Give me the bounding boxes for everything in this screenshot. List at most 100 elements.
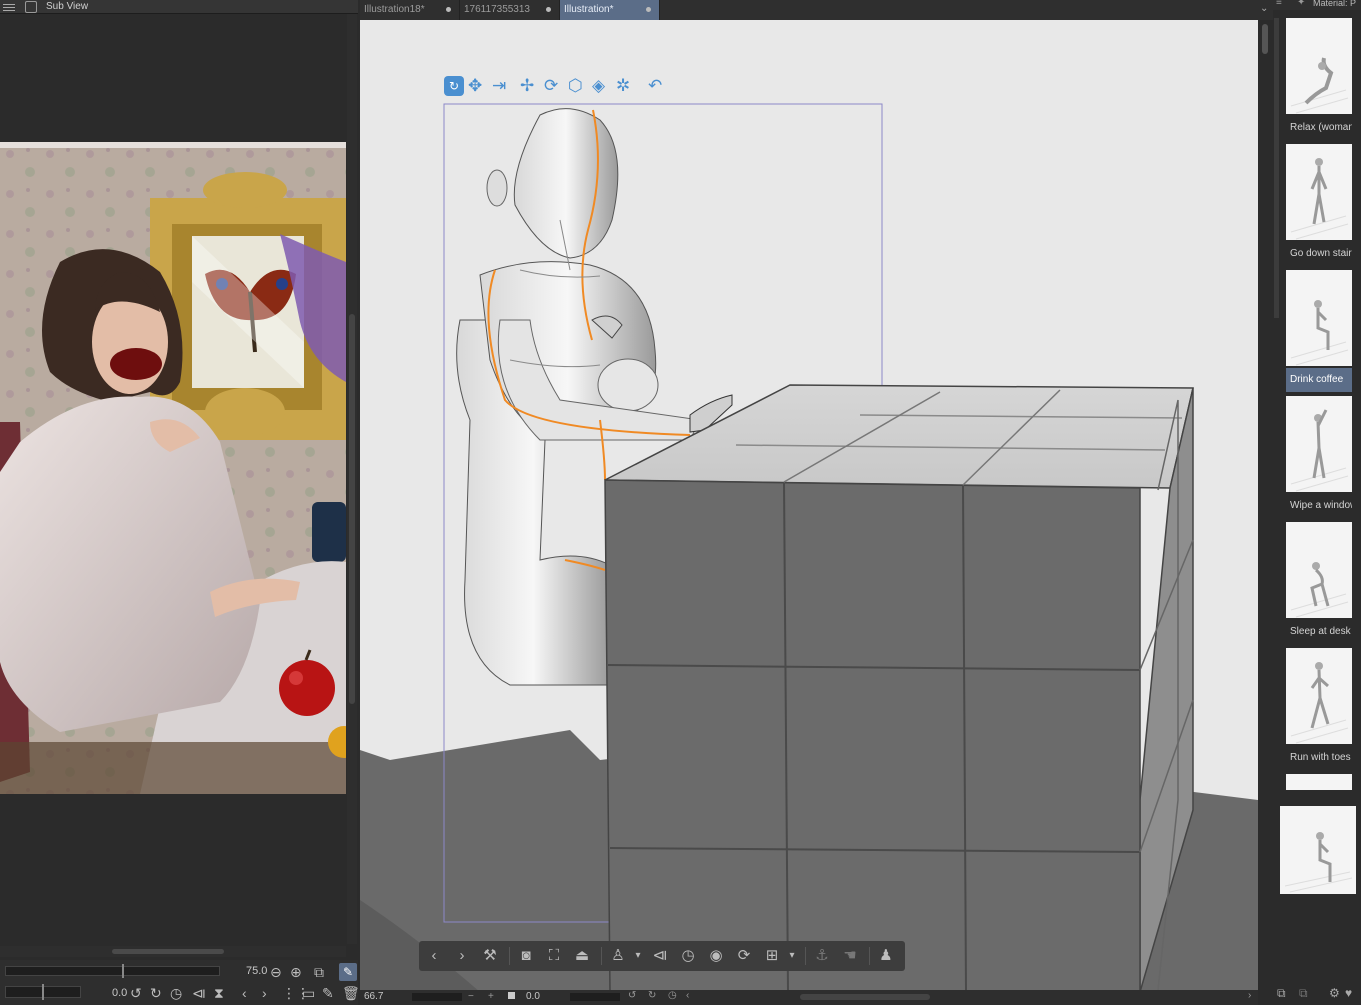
paste-layer-icon[interactable]: ⧉ [1299, 986, 1308, 1001]
tab-illustration18[interactable]: Illustration18* [360, 0, 460, 20]
material-item-label: Relax (woman) [1290, 122, 1352, 133]
figure-icon[interactable]: ♟ [877, 947, 895, 965]
dolly-camera-icon[interactable]: ⇥ [492, 76, 506, 96]
close-dot-icon[interactable] [446, 7, 451, 12]
save-pose-icon[interactable]: ◉ [707, 947, 725, 965]
canvas-vertical-scrollbar[interactable] [1258, 20, 1272, 992]
snap-icon[interactable]: ↶ [648, 76, 662, 96]
favorite-heart-icon[interactable]: ♥ [1345, 986, 1352, 1000]
material-item-label: Run with toes r [1290, 752, 1352, 763]
scrollbar-thumb[interactable] [349, 314, 355, 704]
material-item-go-down-stairs[interactable]: Go down stairs [1286, 144, 1352, 268]
previous-image-icon[interactable]: ‹ [242, 986, 247, 1000]
pan-camera-icon[interactable]: ✥ [468, 76, 482, 96]
eyedropper-icon[interactable]: ✎ [339, 963, 357, 981]
rotate-icon[interactable]: ⟳ [544, 76, 558, 96]
lock-icon[interactable]: ⊞ [763, 947, 781, 965]
sub-view-title: Sub View [46, 1, 89, 12]
zoom-in-icon[interactable]: + [488, 991, 494, 1002]
material-title: Material: P [1313, 0, 1357, 8]
rotate-plane-3-icon[interactable]: ✲ [616, 76, 630, 96]
scrollbar-thumb[interactable] [1274, 18, 1279, 318]
zoom-in-icon[interactable]: ⊕ [290, 965, 302, 979]
close-dot-icon[interactable] [546, 7, 551, 12]
flip-vertical-icon[interactable]: ⧗ [214, 986, 224, 1000]
zoom-out-icon[interactable]: − [468, 991, 474, 1002]
sub-view-vertical-scrollbar[interactable] [347, 14, 357, 944]
material-item-drink-coffee[interactable]: Drink coffee [1286, 270, 1352, 394]
zoom-out-icon[interactable]: ⊖ [270, 965, 282, 979]
canvas-zoom-slider[interactable] [412, 993, 462, 1001]
next-icon[interactable]: › [453, 947, 471, 965]
chevron-down-icon[interactable]: ▾ [783, 947, 801, 965]
ground-icon[interactable]: ⏏ [573, 947, 591, 965]
sub-view-icon [25, 1, 37, 13]
scrollbar-thumb[interactable] [112, 949, 224, 954]
delete-icon[interactable]: 🗑 [342, 986, 360, 1000]
prev-icon[interactable]: ‹ [425, 947, 443, 965]
rotate-right-icon[interactable]: ↻ [150, 986, 162, 1000]
material-scrollbar[interactable] [1273, 18, 1280, 788]
reset-pose-icon[interactable]: ◷ [679, 947, 697, 965]
scroll-right-icon[interactable]: › [1248, 990, 1251, 1001]
next-image-icon[interactable]: › [262, 986, 267, 1000]
separator [601, 947, 602, 965]
gear-icon[interactable]: ⚙ [1329, 986, 1340, 1000]
pose-thumbnail [1286, 396, 1352, 492]
material-item-relax-woman[interactable]: Relax (woman) [1286, 18, 1352, 142]
separator [805, 947, 806, 965]
horizontal-scrollbar-thumb[interactable] [800, 994, 930, 1000]
rotate-camera-icon[interactable]: ↻ [444, 76, 464, 96]
scroll-left-icon[interactable]: ‹ [686, 990, 689, 1001]
pose-thumbnail [1286, 522, 1352, 618]
rotation-slider[interactable] [5, 984, 81, 1000]
rotate-plane-icon[interactable]: ⬡ [568, 76, 583, 96]
sub-view-horizontal-scrollbar[interactable] [0, 946, 346, 957]
chevron-down-icon[interactable]: ▾ [629, 947, 647, 965]
tab-illustration[interactable]: Illustration* [560, 0, 660, 20]
wrench-icon[interactable]: ⚒ [481, 947, 499, 965]
edit-icon[interactable]: ✎ [322, 986, 334, 1000]
camera-icon[interactable]: ◙ [517, 947, 535, 965]
panel-menu-icon[interactable]: ≡ [1276, 0, 1282, 8]
separator [509, 947, 510, 965]
paste-material-icon[interactable]: ⧉ [1277, 986, 1286, 1001]
3d-cube-object[interactable] [604, 384, 1194, 992]
reference-image[interactable] [0, 142, 346, 794]
flip-horizontal-icon[interactable]: ⧏ [192, 986, 206, 1000]
open-folder-icon[interactable]: ▭ [302, 986, 315, 1000]
material-item-sleep-at-desk[interactable]: Sleep at desk [1286, 522, 1352, 646]
reset-rotation-icon[interactable]: ◷ [668, 990, 677, 1001]
fit-icon[interactable]: ⛶ [545, 947, 563, 965]
rotate-plane-2-icon[interactable]: ◈ [592, 76, 605, 96]
reset-rotation-icon[interactable]: ◷ [170, 986, 182, 1000]
slider-handle[interactable] [42, 984, 44, 1000]
rotate-left-icon[interactable]: ↺ [130, 986, 142, 1000]
fit-view-icon[interactable]: ⧉ [314, 965, 324, 979]
close-dot-icon[interactable] [646, 7, 651, 12]
rotate-icon[interactable]: ⟳ [735, 947, 753, 965]
material-item-wipe-a-window[interactable]: Wipe a window [1286, 396, 1352, 520]
hand-icon[interactable]: ☚ [841, 947, 859, 965]
panel-menu-icon[interactable] [3, 2, 15, 12]
pose-thumbnail [1286, 144, 1352, 240]
scrollbar-thumb[interactable] [1262, 24, 1268, 54]
zoom-slider[interactable] [5, 964, 220, 978]
material-item-partial[interactable] [1286, 774, 1352, 790]
canvas-rotation-slider[interactable] [570, 993, 620, 1001]
fit-icon[interactable] [508, 992, 515, 999]
tab-label: 176117355313 [464, 4, 530, 15]
pose-icon[interactable]: ♙ [609, 947, 627, 965]
rotate-left-icon[interactable]: ↺ [628, 990, 636, 1001]
separator [869, 947, 870, 965]
sub-view-panel: Sub View 75.0 ⊖ ⊕ ⧉ ✎ 0.0 ↺ ↻ ◷ ⧏ ⧗ ‹ › … [0, 0, 360, 1005]
rotate-right-icon[interactable]: ↻ [648, 990, 656, 1001]
tabs-dropdown-icon[interactable]: ⌄ [1260, 3, 1268, 14]
material-item-run-with-toes[interactable]: Run with toes r [1286, 648, 1352, 772]
flip-icon[interactable]: ⧏ [651, 947, 669, 965]
slider-handle[interactable] [122, 964, 124, 978]
anchor-icon[interactable]: ⚓ [813, 947, 831, 965]
tab-176117355313[interactable]: 176117355313 [460, 0, 560, 20]
move-icon[interactable]: ✢ [520, 76, 534, 96]
canvas[interactable]: ↻ ✥ ⇥ ✢ ⟳ ⬡ ◈ ✲ ↶ [360, 20, 1258, 992]
